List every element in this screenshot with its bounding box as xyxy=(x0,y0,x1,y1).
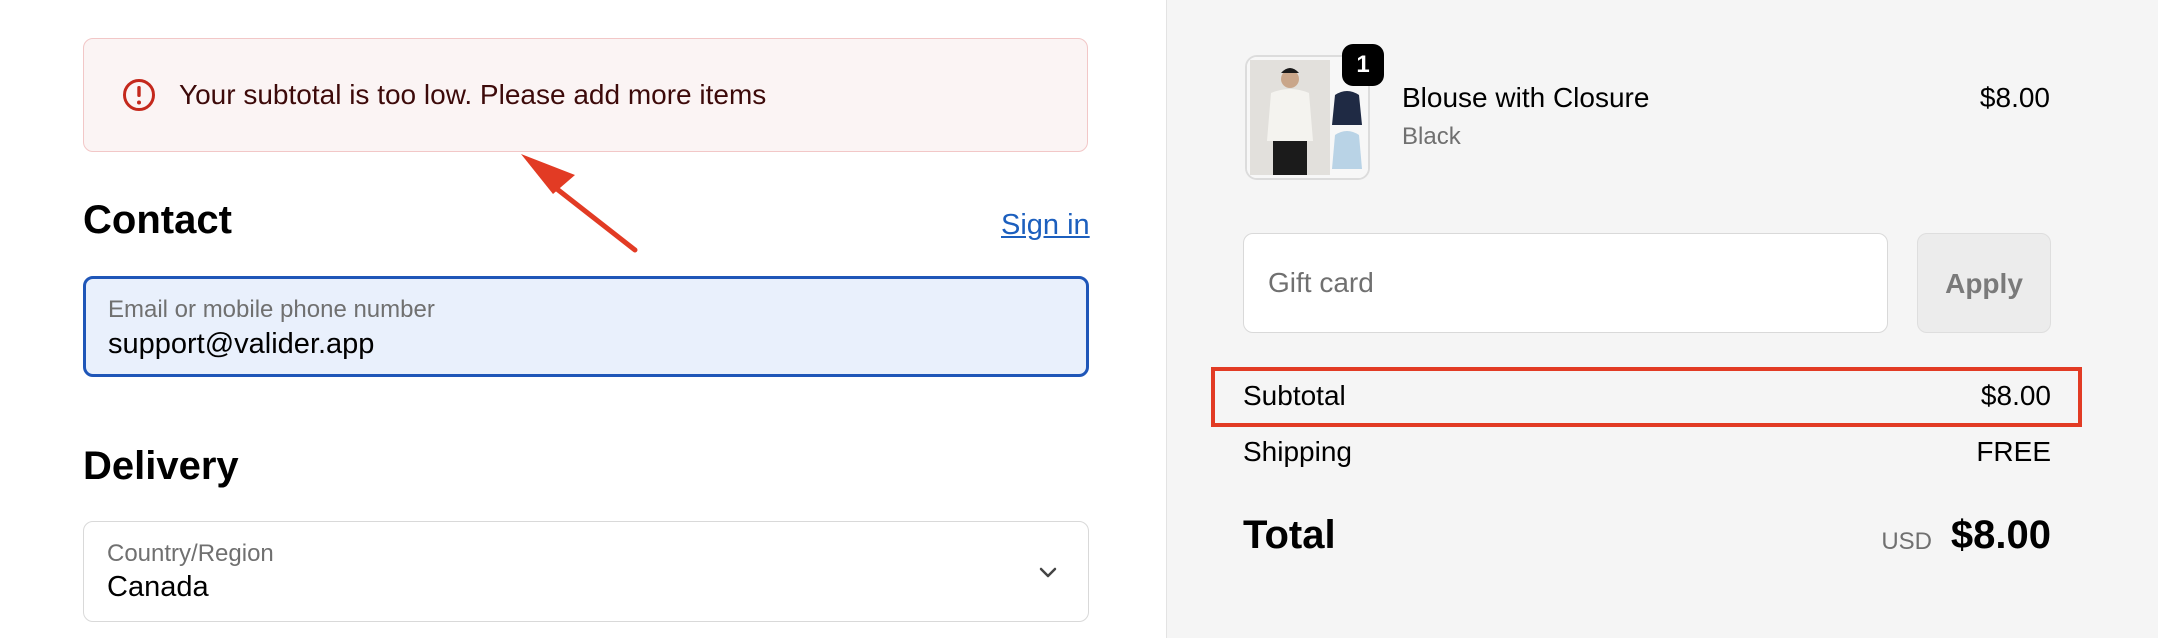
country-select-value: Canada xyxy=(107,571,209,603)
country-select-label: Country/Region xyxy=(107,540,274,567)
product-price: $8.00 xyxy=(1979,82,2050,113)
product-name: Blouse with Closure xyxy=(1402,82,1650,113)
quantity-badge: 1 xyxy=(1342,44,1384,86)
shipping-label: Shipping xyxy=(1243,436,1352,467)
checkout-form-panel: Your subtotal is too low. Please add mor… xyxy=(0,0,1166,638)
gift-card-input[interactable] xyxy=(1244,234,1887,332)
email-field-label: Email or mobile phone number xyxy=(108,296,435,323)
total-label: Total xyxy=(1243,513,1336,557)
gift-card-field[interactable] xyxy=(1243,233,1888,333)
shipping-value: FREE xyxy=(1976,436,2051,467)
sign-in-link[interactable]: Sign in xyxy=(1001,209,1090,242)
subtotal-highlight-box xyxy=(1211,367,2082,427)
alert-circle-icon xyxy=(123,79,155,111)
shipping-row: Shipping FREE xyxy=(1243,436,2051,476)
delivery-heading: Delivery xyxy=(83,444,239,488)
chevron-down-icon xyxy=(1039,567,1057,578)
email-field[interactable]: Email or mobile phone number support@val… xyxy=(83,276,1089,377)
total-value: $8.00 xyxy=(1950,513,2051,557)
contact-heading: Contact xyxy=(83,198,232,242)
email-field-value[interactable]: support@valider.app xyxy=(108,328,374,361)
error-message: Your subtotal is too low. Please add mor… xyxy=(179,79,767,110)
total-currency: USD xyxy=(1881,528,1932,555)
subtotal-error-banner: Your subtotal is too low. Please add mor… xyxy=(83,38,1088,152)
product-variant: Black xyxy=(1402,123,1461,150)
apply-button[interactable]: Apply xyxy=(1917,233,2051,333)
country-select[interactable]: Country/Region Canada xyxy=(83,521,1089,622)
